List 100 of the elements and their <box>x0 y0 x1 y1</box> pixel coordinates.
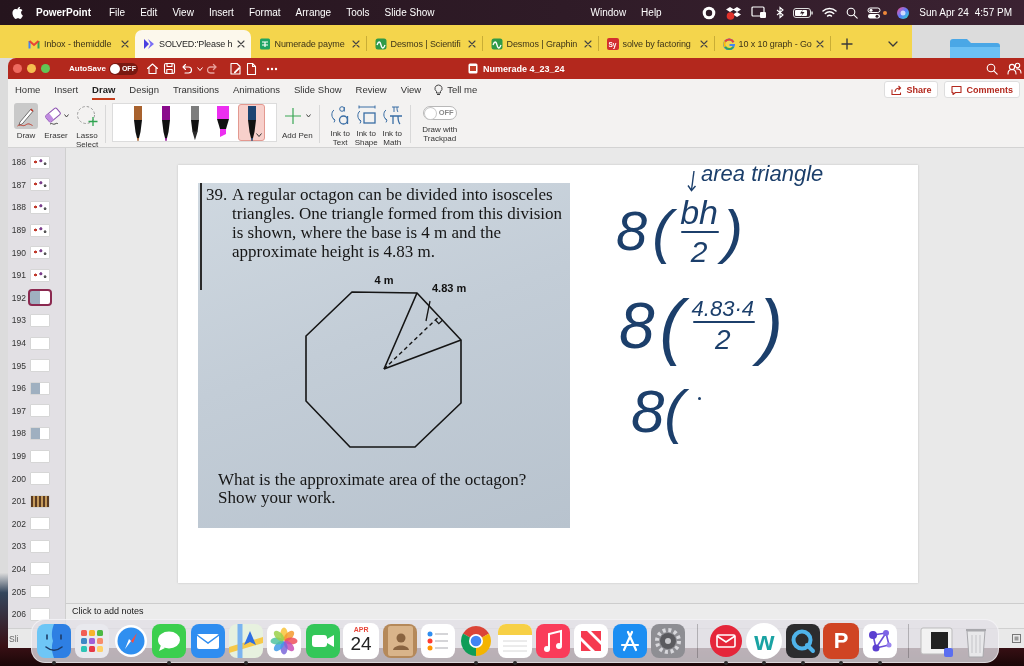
browser-tab[interactable]: Numerade payme <box>250 30 366 58</box>
checklist-icon[interactable] <box>419 623 456 659</box>
slide-number: 198 <box>10 428 26 439</box>
bluetooth-icon[interactable] <box>776 6 785 19</box>
eraser-button[interactable]: Eraser <box>42 103 70 141</box>
wifi-icon[interactable] <box>822 7 838 18</box>
browser-tab[interactable]: Desmos | Scientifi <box>366 30 482 58</box>
address-book-icon[interactable] <box>381 623 418 659</box>
browser-tab[interactable]: SOLVED:'Please h <box>135 30 251 58</box>
slide-number: 199 <box>10 451 26 461</box>
menu-item[interactable]: View <box>172 7 194 18</box>
tell-me-button[interactable]: Tell me <box>430 79 482 100</box>
orb-icon[interactable] <box>896 5 911 20</box>
ribbon-tab[interactable]: Animations <box>226 79 288 100</box>
people-icon[interactable] <box>1007 62 1022 75</box>
ink-to-shape-button[interactable]: Ink to Shape <box>353 103 379 148</box>
redo-icon[interactable] <box>206 62 219 75</box>
home-icon[interactable] <box>145 62 159 75</box>
music-note-icon[interactable] <box>535 623 572 659</box>
a-frame-icon[interactable] <box>611 623 648 659</box>
close-icon[interactable] <box>236 40 245 48</box>
menu-item[interactable]: Edit <box>140 7 158 18</box>
close-icon[interactable] <box>467 40 476 48</box>
close-icon[interactable] <box>815 40 824 48</box>
ink-to-math-button[interactable]: Ink to Math <box>379 103 405 148</box>
slide-number: 205 <box>10 586 26 597</box>
ink-factor: 8 <box>615 199 649 264</box>
gear-icon[interactable] <box>650 623 687 659</box>
browser-tab[interactable]: 10 x 10 graph - Go <box>714 30 830 58</box>
face-icon[interactable] <box>36 623 72 659</box>
share-button[interactable]: Share <box>884 81 939 98</box>
record-icon[interactable] <box>702 5 717 20</box>
lasso-select-button[interactable]: Lasso Select <box>74 103 100 150</box>
more-icon[interactable] <box>265 66 278 71</box>
browser-tab[interactable]: Inbox - themiddle <box>20 30 135 58</box>
notes-field[interactable]: Click to add notes <box>69 605 147 617</box>
ribbon-tab[interactable]: View <box>393 79 429 100</box>
save-icon[interactable] <box>162 62 176 75</box>
map-icon[interactable] <box>227 623 264 659</box>
menu-item[interactable]: Window <box>590 7 627 18</box>
search-icon[interactable] <box>846 6 859 19</box>
plus-icon[interactable] <box>840 38 853 50</box>
ink-parenthesis: ( <box>650 196 680 266</box>
menu-item[interactable]: Arrange <box>295 7 332 18</box>
apple-icon[interactable] <box>12 6 23 19</box>
document-pen-icon[interactable] <box>228 62 242 75</box>
compass-icon[interactable] <box>112 623 149 659</box>
menu-item[interactable]: Help <box>641 7 662 18</box>
chevron-down-icon[interactable] <box>256 133 262 137</box>
trackpad-label: Draw with Trackpad <box>421 126 459 144</box>
height-label: 4.83 m <box>432 282 467 294</box>
letter-icon[interactable]: P <box>823 623 860 659</box>
ribbon-tab[interactable]: Insert <box>47 79 86 100</box>
ribbon-tab[interactable]: Transitions <box>165 79 227 100</box>
fit-icon[interactable] <box>1012 634 1021 643</box>
zoom-button[interactable] <box>41 64 50 73</box>
lens-icon[interactable] <box>784 623 821 659</box>
menu-item[interactable]: File <box>109 7 126 18</box>
clock-date[interactable]: Sun Apr 24 <box>919 7 969 18</box>
box-badge-icon[interactable] <box>725 5 743 20</box>
browser-tab[interactable]: Desmos | Graphin <box>482 30 598 58</box>
search-icon[interactable] <box>986 62 998 75</box>
display-lock-icon[interactable] <box>751 6 768 19</box>
draw-button[interactable]: Draw <box>13 103 39 141</box>
clock-time[interactable]: 4:57 PM <box>974 7 1012 18</box>
chevron-down-icon[interactable] <box>888 41 898 47</box>
close-icon[interactable] <box>121 40 129 48</box>
menu-item[interactable]: Format <box>248 7 281 18</box>
add-pen-button[interactable]: Add Pen <box>282 103 313 141</box>
document-icon[interactable] <box>245 61 257 76</box>
ribbon-tab[interactable]: Home <box>8 79 48 100</box>
close-icon[interactable] <box>699 40 708 48</box>
flower-icon[interactable] <box>266 623 303 659</box>
ink-to-text-button[interactable]: Ink to Text <box>327 103 353 148</box>
folded-stripe-icon[interactable] <box>573 623 610 659</box>
battery-icon[interactable] <box>793 7 814 18</box>
ribbon-tab[interactable]: Slide Show <box>287 79 349 100</box>
caret-icon[interactable] <box>196 66 203 71</box>
nodes-icon[interactable] <box>861 623 898 659</box>
ink-arrow <box>687 170 697 192</box>
slide-number: 206 <box>10 609 26 620</box>
pen-button[interactable] <box>238 104 265 141</box>
comments-button[interactable]: Comments <box>944 81 1020 98</box>
slide-thumbnail[interactable] <box>28 289 52 307</box>
close-icon[interactable] <box>351 40 360 48</box>
toggles-icon[interactable] <box>867 6 882 19</box>
ribbon-tab[interactable]: Design <box>122 79 166 100</box>
close-icon[interactable] <box>583 40 592 48</box>
minimize-button[interactable] <box>27 64 36 73</box>
ribbon-tab[interactable]: Review <box>348 79 394 100</box>
slide-number: 190 <box>10 247 26 258</box>
menu-item[interactable]: Tools <box>346 7 370 18</box>
envelope-icon[interactable] <box>708 623 745 659</box>
menu-item[interactable]: Insert <box>208 7 234 18</box>
menu-item[interactable]: Slide Show <box>384 7 435 18</box>
envelope-icon[interactable] <box>189 623 226 659</box>
slide-number: 203 <box>10 541 26 552</box>
slide-number: 193 <box>10 315 26 326</box>
app-menu[interactable]: PowerPoint <box>36 7 91 18</box>
app-grid-icon[interactable] <box>74 623 111 659</box>
